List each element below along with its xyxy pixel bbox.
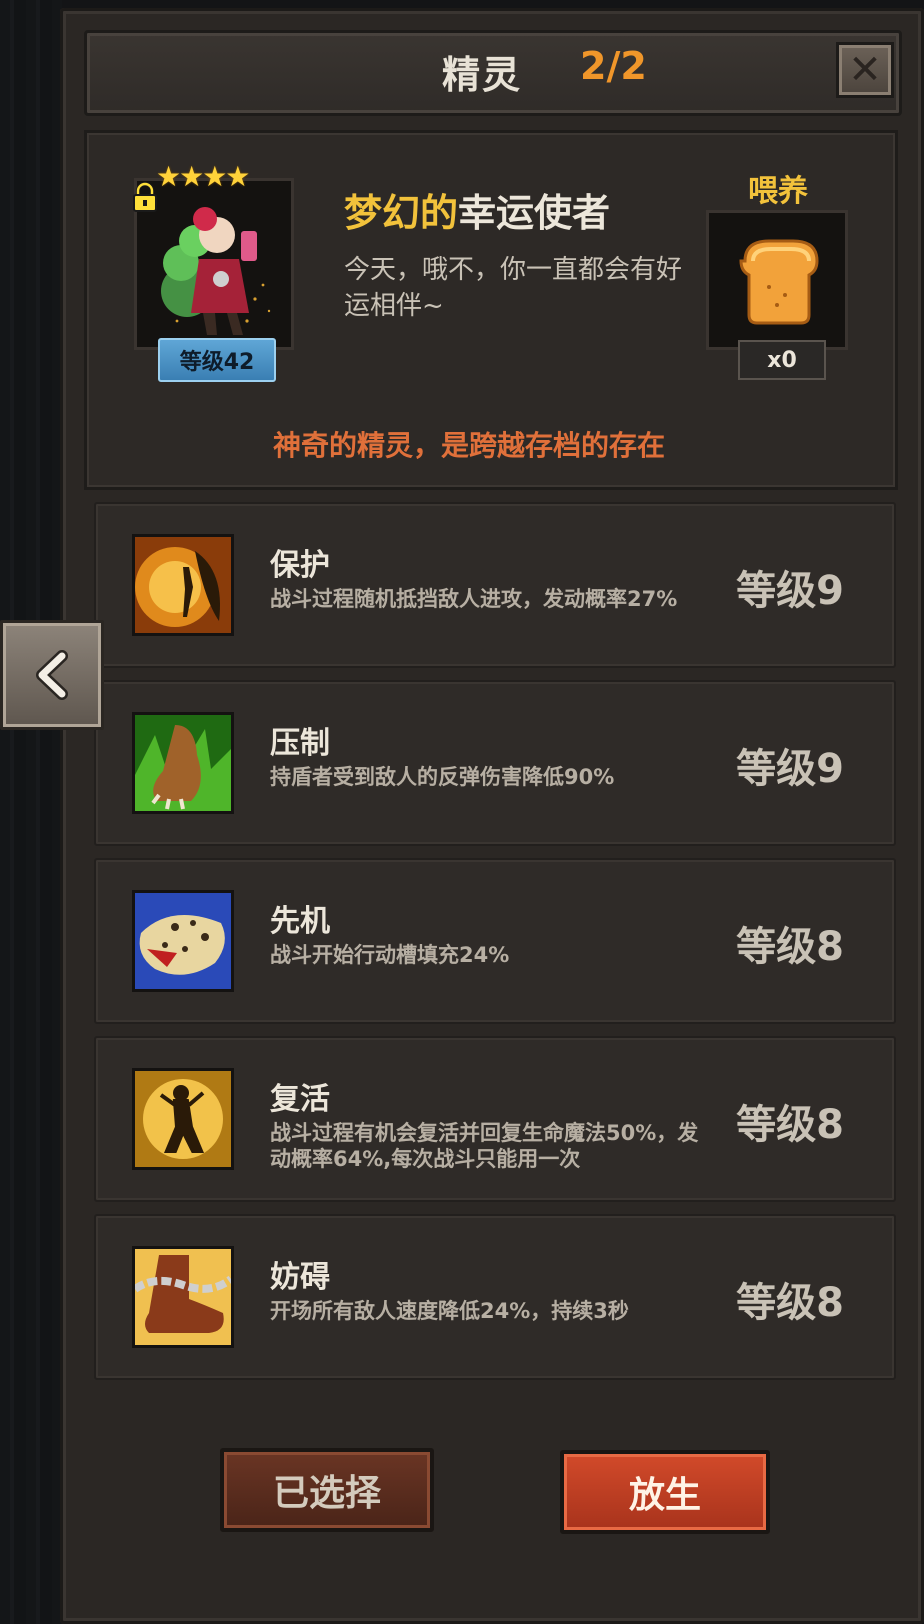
beast-claw-icon[interactable] xyxy=(132,712,234,814)
skill-name: 压制 xyxy=(270,726,330,761)
revive-figure-icon[interactable] xyxy=(132,1068,234,1170)
skill-level: 等级9 xyxy=(736,568,844,614)
feed-label: 喂养 xyxy=(748,174,808,209)
fairy-shield-icon[interactable] xyxy=(132,534,234,636)
skill-row: 先机 战斗开始行动槽填充24% 等级8 xyxy=(94,858,896,1024)
pet-description: 今天，哦不，你一直都会有好运相伴~ xyxy=(344,255,683,321)
pet-name-prefix: 梦幻的 xyxy=(344,191,459,235)
skill-row: 复活 战斗过程有机会复活并回复生命魔法50%，发动概率64%,每次战斗只能用一次… xyxy=(94,1036,896,1202)
pet-portrait[interactable] xyxy=(134,178,294,350)
feed-count: x0 xyxy=(738,340,826,380)
skill-description: 战斗开始行动槽填充24% xyxy=(270,943,510,967)
lock-icon[interactable] xyxy=(132,182,158,212)
skill-description: 持盾者受到敌人的反弹伤害降低90% xyxy=(270,765,615,789)
pet-notice: 神奇的精灵，是跨越存档的存在 xyxy=(272,429,665,462)
close-button[interactable]: ✕ xyxy=(836,42,894,98)
leopard-icon[interactable] xyxy=(132,890,234,992)
skill-level: 等级8 xyxy=(736,1280,844,1326)
skill-row: 保护 战斗过程随机抵挡敌人进攻，发动概率27% 等级9 xyxy=(94,502,896,668)
skill-level: 等级9 xyxy=(736,746,844,792)
skill-name: 先机 xyxy=(270,904,330,939)
feed-slot[interactable] xyxy=(706,210,848,350)
pet-count: 2/2 xyxy=(580,44,647,88)
skill-name: 妨碍 xyxy=(270,1260,330,1295)
skill-description: 战斗过程有机会复活并回复生命魔法50%，发动概率64%,每次战斗只能用一次 xyxy=(270,1121,699,1171)
close-icon: ✕ xyxy=(848,47,882,93)
release-button[interactable]: 放生 xyxy=(560,1450,770,1534)
skill-level: 等级8 xyxy=(736,924,844,970)
skill-name: 保护 xyxy=(270,548,330,583)
previous-pet-button[interactable] xyxy=(0,620,104,730)
pet-name: 梦幻的幸运使者 xyxy=(344,182,610,237)
bread-icon xyxy=(709,213,845,347)
panel-title: 精灵 xyxy=(442,53,523,97)
skill-level: 等级8 xyxy=(736,1102,844,1148)
pet-name-suffix: 幸运使者 xyxy=(458,191,611,235)
skill-description: 战斗过程随机抵挡敌人进攻，发动概率27% xyxy=(270,587,678,611)
background-wall xyxy=(0,0,62,1624)
rarity-stars: ★★★★ xyxy=(156,160,250,193)
chevron-left-icon xyxy=(36,650,68,700)
selected-button[interactable]: 已选择 xyxy=(220,1448,434,1532)
skill-name: 复活 xyxy=(270,1082,330,1117)
skill-description: 开场所有敌人速度降低24%，持续3秒 xyxy=(270,1299,629,1323)
chained-boot-icon[interactable] xyxy=(132,1246,234,1348)
fairy-portrait-image xyxy=(137,181,291,347)
skill-row: 妨碍 开场所有敌人速度降低24%，持续3秒 等级8 xyxy=(94,1214,896,1380)
pet-level-badge: 等级42 xyxy=(158,338,276,382)
skill-row: 压制 持盾者受到敌人的反弹伤害降低90% 等级9 xyxy=(94,680,896,846)
